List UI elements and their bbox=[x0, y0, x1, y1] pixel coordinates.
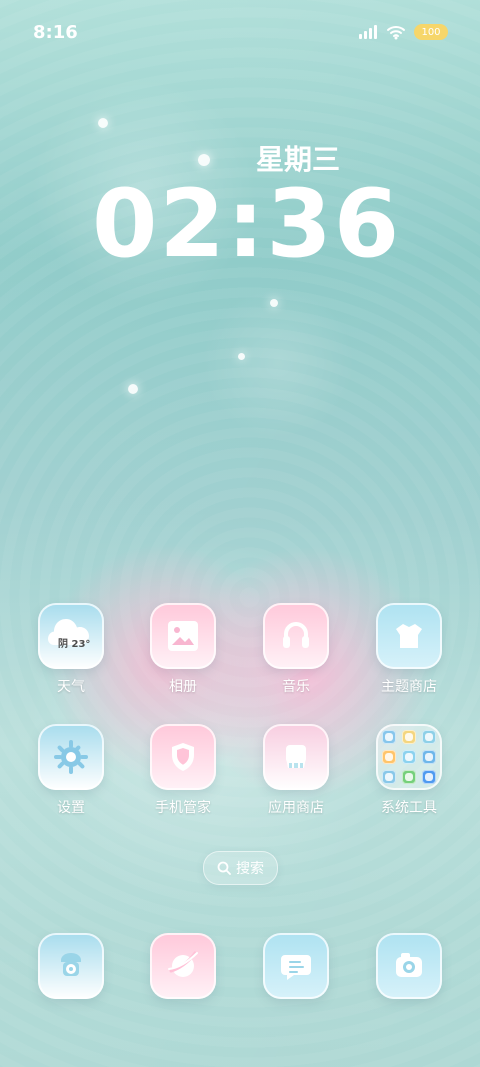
browser-app[interactable] bbox=[138, 933, 228, 1033]
status-time: 8:16 bbox=[33, 22, 78, 43]
app-label: 手机管家 bbox=[155, 800, 211, 816]
messages-icon bbox=[263, 933, 329, 999]
music-icon bbox=[263, 603, 329, 669]
app-label: 音乐 bbox=[282, 679, 310, 695]
search-label: 搜索 bbox=[236, 861, 264, 877]
camera-app[interactable] bbox=[364, 933, 454, 1033]
signal-icon bbox=[359, 25, 377, 39]
status-icons: 100 bbox=[358, 24, 448, 40]
gear-icon bbox=[54, 740, 88, 774]
folder-app-grid bbox=[382, 730, 436, 784]
security-icon bbox=[150, 724, 216, 790]
sparkle-icon bbox=[198, 154, 210, 166]
messages-app[interactable] bbox=[251, 933, 341, 1033]
folder-app-icon bbox=[422, 730, 436, 744]
system-tools-folder[interactable]: 系统工具 bbox=[364, 724, 454, 824]
shirt-icon bbox=[396, 624, 422, 648]
sparkle-icon bbox=[238, 353, 245, 360]
music-app[interactable]: 音乐 bbox=[251, 603, 341, 703]
planet-icon bbox=[168, 951, 198, 977]
chat-bubble-icon bbox=[281, 955, 311, 980]
camera-icon bbox=[376, 933, 442, 999]
app-label: 设置 bbox=[57, 800, 85, 816]
sparkle-icon bbox=[128, 384, 138, 394]
folder-app-icon bbox=[382, 730, 396, 744]
folder-app-icon bbox=[402, 730, 416, 744]
folder-app-icon bbox=[382, 770, 396, 784]
water-ripple-background bbox=[0, 0, 480, 1067]
sparkle-icon bbox=[98, 118, 108, 128]
app-label: 系统工具 bbox=[381, 800, 437, 816]
weather-app[interactable]: 阴 23° 天气 bbox=[26, 603, 116, 703]
weather-status: 阴 23° bbox=[58, 639, 91, 650]
settings-app[interactable]: 设置 bbox=[26, 724, 116, 824]
shield-icon bbox=[172, 743, 194, 771]
folder-app-icon bbox=[402, 770, 416, 784]
browser-icon bbox=[150, 933, 216, 999]
weather-icon: 阴 23° bbox=[38, 603, 104, 669]
photos-icon bbox=[150, 603, 216, 669]
theme-store-app[interactable]: 主题商店 bbox=[364, 603, 454, 703]
camera-body-icon bbox=[396, 953, 422, 977]
store-bag-icon bbox=[286, 745, 306, 768]
app-label: 天气 bbox=[57, 679, 85, 695]
app-store-app[interactable]: 应用商店 bbox=[251, 724, 341, 824]
image-icon bbox=[168, 621, 198, 651]
folder-app-icon bbox=[422, 770, 436, 784]
telephone-icon bbox=[61, 953, 81, 976]
settings-icon bbox=[38, 724, 104, 790]
search-button[interactable]: 搜索 bbox=[203, 851, 278, 885]
security-app[interactable]: 手机管家 bbox=[138, 724, 228, 824]
search-icon bbox=[217, 861, 231, 875]
sparkle-icon bbox=[270, 299, 278, 307]
photos-app[interactable]: 相册 bbox=[138, 603, 228, 703]
app-label: 应用商店 bbox=[268, 800, 324, 816]
folder-app-icon bbox=[422, 750, 436, 764]
phone-app[interactable] bbox=[26, 933, 116, 1033]
app-label: 相册 bbox=[169, 679, 197, 695]
battery-level: 100 bbox=[421, 26, 441, 38]
app-label: 主题商店 bbox=[381, 679, 437, 695]
folder-app-icon bbox=[402, 750, 416, 764]
battery-icon: 100 bbox=[414, 24, 448, 40]
folder-app-icon bbox=[382, 750, 396, 764]
phone-icon bbox=[38, 933, 104, 999]
system-tools-folder-icon bbox=[376, 724, 442, 790]
app-store-icon bbox=[263, 724, 329, 790]
wifi-icon bbox=[387, 26, 405, 40]
headphones-icon bbox=[283, 622, 309, 648]
clock-text: 02:36 bbox=[92, 170, 402, 279]
theme-store-icon bbox=[376, 603, 442, 669]
status-bar: 8:16 100 bbox=[0, 0, 480, 64]
